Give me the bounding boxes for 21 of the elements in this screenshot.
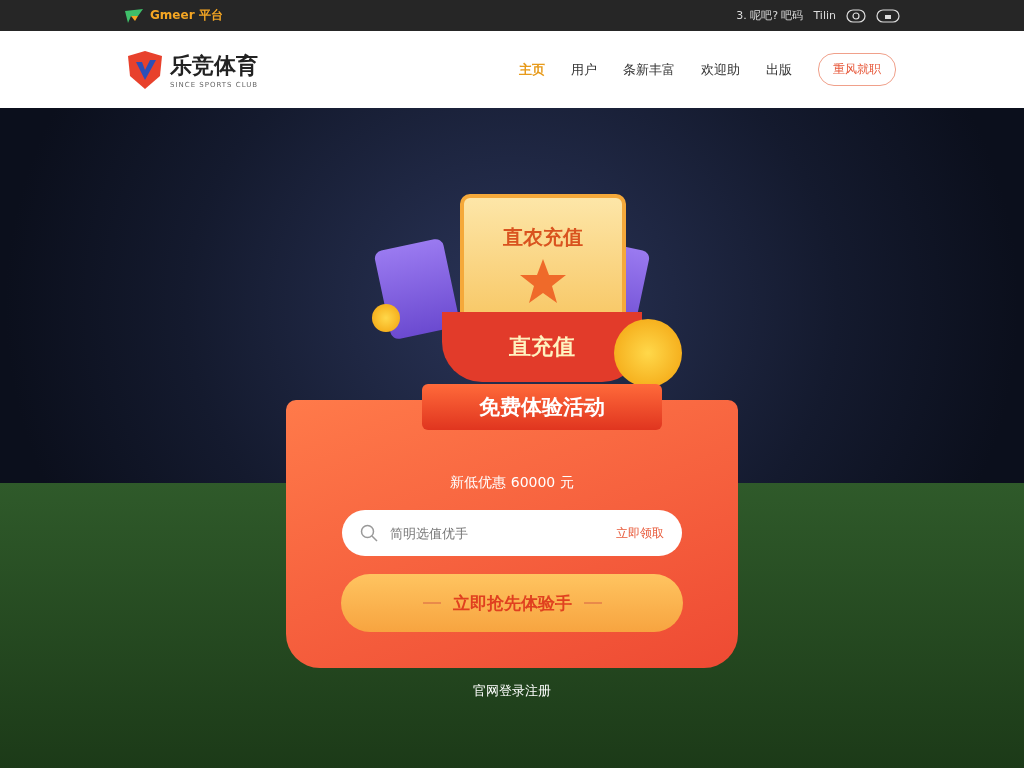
nav-link[interactable]: 用户 bbox=[571, 60, 597, 79]
shield-logo-icon bbox=[126, 49, 164, 90]
top-link[interactable]: Tilin bbox=[813, 9, 836, 22]
nav-link[interactable]: 出版 bbox=[766, 60, 792, 79]
nav-link[interactable]: 欢迎助 bbox=[701, 60, 740, 79]
promo-subtitle: 新低优惠 60000 元 bbox=[450, 474, 574, 492]
header-action-button[interactable]: 重风就职 bbox=[818, 53, 896, 86]
logo-title: 乐竞体育 bbox=[170, 51, 259, 80]
claim-link[interactable]: 立即领取 bbox=[616, 524, 664, 542]
banner-title: 免费体验活动 bbox=[479, 394, 605, 421]
coin-icon bbox=[372, 304, 400, 332]
ticket-title: 直农充值 bbox=[503, 224, 583, 251]
nav-link[interactable]: 条新丰富 bbox=[623, 60, 675, 79]
search-icon bbox=[360, 524, 378, 542]
top-link[interactable]: 3. 呢吧? 吧码 bbox=[736, 8, 804, 23]
login-register-link[interactable]: 官网登录注册 bbox=[473, 682, 551, 700]
brand-name: Gmeer 平台 bbox=[150, 7, 223, 24]
search-field[interactable]: 简明选值优手 立即领取 bbox=[342, 510, 682, 556]
star-icon bbox=[518, 257, 568, 305]
brand-logo-icon bbox=[124, 7, 144, 24]
band-title: 直充值 bbox=[509, 333, 575, 361]
